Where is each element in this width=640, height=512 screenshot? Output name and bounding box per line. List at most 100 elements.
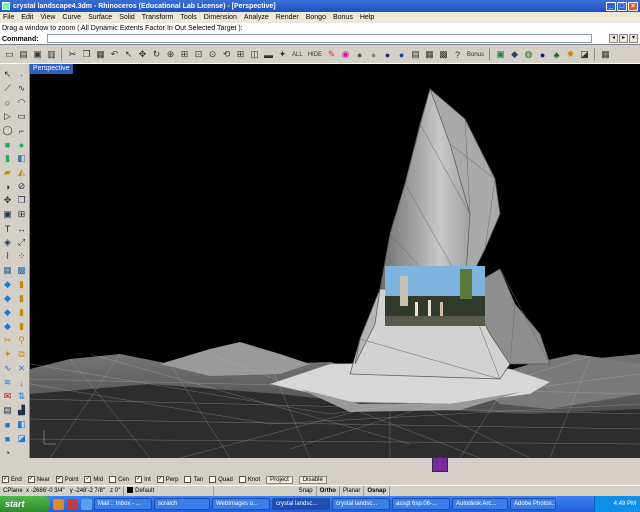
bonus-button[interactable]: Bonus bbox=[465, 48, 486, 61]
render-sphere-icon[interactable]: ● bbox=[353, 48, 366, 61]
four-viewports-icon[interactable]: ⊞ bbox=[234, 48, 247, 61]
paste-icon[interactable]: ▦ bbox=[94, 48, 107, 61]
curve-icon[interactable]: ∿ bbox=[15, 82, 28, 95]
osnap-int[interactable]: ✓ Int bbox=[135, 476, 151, 483]
task-assgt[interactable]: assgt 6sp.06-... bbox=[392, 498, 450, 510]
move-icon[interactable]: ✥ bbox=[1, 194, 14, 207]
polyline-icon[interactable]: ⟋ bbox=[1, 82, 14, 95]
solid-tool-icon[interactable]: ◆ bbox=[1, 278, 14, 291]
rectangle-icon[interactable]: ▭ bbox=[15, 110, 28, 123]
mirror-icon[interactable]: ◧ bbox=[15, 418, 28, 431]
ellipse-icon[interactable]: ◯ bbox=[1, 124, 14, 137]
menu-edit[interactable]: Edit bbox=[21, 14, 33, 21]
menu-solid[interactable]: Solid bbox=[119, 14, 135, 21]
sun-icon[interactable]: ✹ bbox=[564, 48, 577, 61]
firefox-icon[interactable] bbox=[53, 498, 64, 510]
menu-file[interactable]: File bbox=[3, 14, 14, 21]
menu-view[interactable]: View bbox=[40, 14, 55, 21]
dropdown-arrow-icon[interactable]: ▾ bbox=[629, 34, 638, 43]
osnap-project-button[interactable]: Project bbox=[266, 475, 293, 484]
scale-icon[interactable]: ■ bbox=[1, 418, 14, 431]
join-icon[interactable]: ⚲ bbox=[15, 334, 28, 347]
status-snap[interactable]: Snap bbox=[296, 486, 317, 496]
status-planar[interactable]: Planar bbox=[340, 486, 365, 496]
trim-icon[interactable]: ✂ bbox=[1, 334, 14, 347]
tree-icon[interactable]: ♣ bbox=[550, 48, 563, 61]
grid-toggle-icon[interactable]: ▦ bbox=[599, 48, 612, 61]
menu-surface[interactable]: Surface bbox=[88, 14, 112, 21]
project-curve-icon[interactable]: ∿ bbox=[1, 362, 14, 375]
split-icon[interactable]: ⊘ bbox=[15, 180, 28, 193]
rotate-view-icon[interactable]: ↻ bbox=[150, 48, 163, 61]
transform-icon[interactable]: ⤢ bbox=[15, 236, 28, 249]
start-button[interactable]: start bbox=[0, 496, 50, 512]
copy-icon[interactable]: ❐ bbox=[80, 48, 93, 61]
arc-icon[interactable]: ◠ bbox=[15, 96, 28, 109]
osnap-knot[interactable]: Knot bbox=[238, 476, 260, 483]
cylinder-icon[interactable]: ▮ bbox=[1, 152, 14, 165]
clock[interactable]: 4:49 PM bbox=[614, 501, 636, 507]
shaded-sphere-icon[interactable]: ● bbox=[367, 48, 380, 61]
box-icon[interactable]: ■ bbox=[1, 138, 14, 151]
fillet-icon[interactable]: ⌐ bbox=[15, 124, 28, 137]
cap-icon[interactable]: ▮ bbox=[15, 278, 28, 291]
pan-icon[interactable]: ✥ bbox=[136, 48, 149, 61]
history-icon[interactable]: ◔ bbox=[1, 446, 14, 459]
block-icon[interactable]: ◈ bbox=[1, 236, 14, 249]
acrobat-icon[interactable] bbox=[67, 498, 78, 510]
close-button[interactable]: × bbox=[628, 1, 638, 11]
maximize-button[interactable]: □ bbox=[617, 1, 627, 11]
edit-points-icon[interactable]: ⁘ bbox=[15, 250, 28, 263]
zoom-extents-icon[interactable]: ⊡ bbox=[192, 48, 205, 61]
loft-icon[interactable]: ◭ bbox=[15, 166, 28, 179]
osnap-quad-checkbox[interactable] bbox=[209, 476, 217, 483]
array-icon[interactable]: ⊞ bbox=[15, 208, 28, 221]
zoom-icon[interactable]: ⊕ bbox=[164, 48, 177, 61]
car-icon[interactable]: ▬ bbox=[262, 48, 275, 61]
lightbulb-icon[interactable]: ✦ bbox=[276, 48, 289, 61]
perspective-viewport[interactable]: Perspective bbox=[30, 64, 640, 458]
show-all-button[interactable]: ALL bbox=[290, 48, 305, 61]
network-icon[interactable]: ▮ bbox=[15, 306, 28, 319]
osnap-tan-checkbox[interactable] bbox=[184, 476, 192, 483]
menu-help[interactable]: Help bbox=[360, 14, 374, 21]
rendered-sphere-icon[interactable]: ● bbox=[381, 48, 394, 61]
color-wheel-icon[interactable]: ◉ bbox=[339, 48, 352, 61]
select-icon[interactable]: ↖ bbox=[122, 48, 135, 61]
task-photoshop[interactable]: Adobe Photos... bbox=[510, 498, 556, 510]
osnap-perp[interactable]: ✓ Perp bbox=[156, 476, 178, 483]
patch-icon[interactable]: ◆ bbox=[1, 320, 14, 333]
analyze-curve-icon[interactable]: ⌇ bbox=[1, 250, 14, 263]
open-file-icon[interactable]: ▤ bbox=[17, 48, 30, 61]
zoom-selected-icon[interactable]: ⊙ bbox=[206, 48, 219, 61]
task-autodesk[interactable]: Autodesk Arc... bbox=[452, 498, 508, 510]
osnap-cen-checkbox[interactable] bbox=[109, 476, 117, 483]
osnap-disable-button[interactable]: Disable bbox=[298, 475, 327, 484]
osnap-end[interactable]: ✓ End bbox=[2, 476, 22, 483]
blend-icon[interactable]: ▮ bbox=[15, 320, 28, 333]
env-sphere-icon[interactable]: ● bbox=[536, 48, 549, 61]
mesh-icon[interactable]: ▩ bbox=[15, 264, 28, 277]
circle-icon[interactable]: ○ bbox=[1, 96, 14, 109]
scroll-right-icon[interactable]: ▸ bbox=[619, 34, 628, 43]
sphere-icon[interactable]: ● bbox=[15, 138, 28, 151]
group-icon[interactable]: ▣ bbox=[1, 208, 14, 221]
osnap-point-checkbox[interactable]: ✓ bbox=[55, 476, 63, 483]
floating-render-icon[interactable] bbox=[432, 457, 448, 472]
copy-object-icon[interactable]: ❐ bbox=[15, 194, 28, 207]
task-crystal-2[interactable]: crystal landsc... bbox=[332, 498, 390, 510]
osnap-end-checkbox[interactable]: ✓ bbox=[2, 476, 9, 483]
light-icon[interactable]: ◪ bbox=[15, 432, 28, 445]
section-icon[interactable]: ↓ bbox=[15, 376, 28, 389]
dir-icon[interactable]: ✉ bbox=[1, 390, 14, 403]
osnap-int-checkbox[interactable]: ✓ bbox=[135, 476, 143, 483]
boolean-icon[interactable]: ◑ bbox=[1, 180, 14, 193]
status-layer[interactable]: Default bbox=[124, 486, 215, 496]
export-icon[interactable]: ▣ bbox=[494, 48, 507, 61]
status-osnap[interactable]: Osnap bbox=[364, 486, 390, 496]
osnap-tan[interactable]: Tan bbox=[184, 476, 203, 483]
analyze-icon[interactable]: ▩ bbox=[437, 48, 450, 61]
text-icon[interactable]: T bbox=[1, 222, 14, 235]
osnap-mid-checkbox[interactable]: ✓ bbox=[84, 476, 92, 483]
menu-tools[interactable]: Tools bbox=[180, 14, 196, 21]
